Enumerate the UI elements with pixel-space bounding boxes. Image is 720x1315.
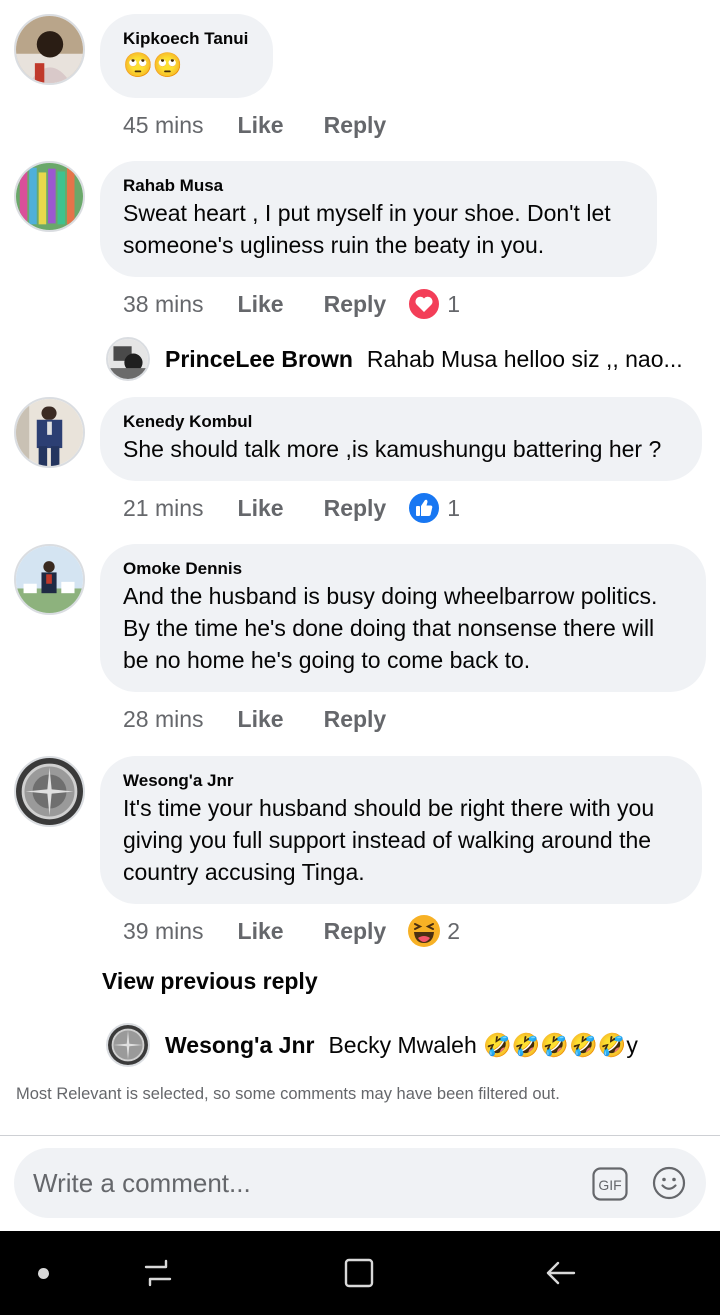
reaction-count: 1 xyxy=(447,494,461,521)
comment-meta: 38 mins Like Reply 1 xyxy=(123,287,460,321)
like-button[interactable]: Like xyxy=(238,112,284,139)
gif-button[interactable]: GIF xyxy=(592,1167,628,1201)
comment-text: 🙄🙄 xyxy=(123,52,183,79)
reaction-count: 1 xyxy=(447,290,461,317)
comment-text: It's time your husband should be right t… xyxy=(123,795,655,885)
comment-meta: 39 mins Like Reply 2 xyxy=(123,914,460,948)
reaction-count: 2 xyxy=(447,917,461,944)
comment-time[interactable]: 39 mins xyxy=(123,918,204,945)
reply-text: Rahab Musa helloo siz ,, nao... xyxy=(366,345,683,372)
android-navigation-bar xyxy=(0,1231,720,1315)
reply-button[interactable]: Reply xyxy=(324,918,387,945)
reply-author[interactable]: PrinceLee Brown xyxy=(165,346,353,373)
comment-author[interactable]: Wesong'a Jnr xyxy=(123,770,680,792)
reply-button[interactable]: Reply xyxy=(324,706,387,733)
reply-preview[interactable]: Wesong'a Jnr Becky Mwaleh 🤣🤣🤣🤣🤣y xyxy=(106,1023,638,1067)
comment-author[interactable]: Kenedy Kombul xyxy=(123,411,680,433)
reply-button[interactable]: Reply xyxy=(324,495,387,522)
home-icon[interactable] xyxy=(339,1253,379,1293)
comment-time[interactable]: 21 mins xyxy=(123,495,204,522)
filter-notice: Most Relevant is selected, so some comme… xyxy=(16,1085,560,1103)
reaction-summary[interactable]: 1 xyxy=(407,287,460,321)
avatar[interactable] xyxy=(14,756,85,827)
like-button[interactable]: Like xyxy=(238,918,284,945)
avatar[interactable] xyxy=(14,14,85,85)
reply-author[interactable]: Wesong'a Jnr xyxy=(165,1032,314,1059)
comment-bubble: Kipkoech Tanui 🙄🙄 xyxy=(100,14,273,98)
emoji-button[interactable] xyxy=(652,1166,686,1200)
reply-text: Becky Mwaleh 🤣🤣🤣🤣🤣y xyxy=(328,1031,638,1058)
comment-meta: 45 mins Like Reply xyxy=(123,108,426,142)
back-icon[interactable] xyxy=(541,1253,581,1293)
nav-dot-icon[interactable] xyxy=(38,1268,49,1279)
reply-preview[interactable]: PrinceLee Brown Rahab Musa helloo siz ,,… xyxy=(106,337,683,381)
comment-text: She should talk more ,is kamushungu batt… xyxy=(123,436,662,462)
comment-composer: GIF xyxy=(14,1148,706,1218)
haha-reaction-icon xyxy=(408,915,441,947)
love-reaction-icon xyxy=(407,287,442,321)
gif-label: GIF xyxy=(598,1177,621,1193)
comment-bubble: Rahab Musa Sweat heart , I put myself in… xyxy=(100,161,657,277)
comment-author[interactable]: Rahab Musa xyxy=(123,175,635,197)
comment-text: And the husband is busy doing wheelbarro… xyxy=(123,583,658,673)
comment-author[interactable]: Kipkoech Tanui xyxy=(123,28,251,50)
comment-author[interactable]: Omoke Dennis xyxy=(123,558,684,580)
view-previous-reply-link[interactable]: View previous reply xyxy=(102,968,318,995)
avatar[interactable] xyxy=(14,161,85,232)
comment-bubble: Omoke Dennis And the husband is busy doi… xyxy=(100,544,706,692)
reaction-summary[interactable]: 1 xyxy=(407,491,460,525)
avatar[interactable] xyxy=(14,544,85,615)
comment-time[interactable]: 38 mins xyxy=(123,291,204,318)
recent-apps-icon[interactable] xyxy=(138,1253,178,1293)
comment-input[interactable] xyxy=(33,1161,573,1205)
avatar[interactable] xyxy=(106,337,150,381)
comment-text: Sweat heart , I put myself in your shoe.… xyxy=(123,200,611,258)
like-button[interactable]: Like xyxy=(238,495,284,522)
comment-time[interactable]: 28 mins xyxy=(123,706,204,733)
comment-bubble: Wesong'a Jnr It's time your husband shou… xyxy=(100,756,702,904)
smiley-icon xyxy=(652,1166,686,1200)
comment-bubble: Kenedy Kombul She should talk more ,is k… xyxy=(100,397,702,481)
comment-meta: 28 mins Like Reply xyxy=(123,702,426,736)
comment-time[interactable]: 45 mins xyxy=(123,112,204,139)
composer-divider xyxy=(0,1135,720,1136)
reaction-summary[interactable]: 2 xyxy=(407,914,460,948)
like-button[interactable]: Like xyxy=(238,706,284,733)
gif-icon: GIF xyxy=(592,1167,628,1201)
like-button[interactable]: Like xyxy=(238,291,284,318)
reply-button[interactable]: Reply xyxy=(324,291,387,318)
reply-button[interactable]: Reply xyxy=(324,112,387,139)
comment-meta: 21 mins Like Reply 1 xyxy=(123,491,460,525)
avatar[interactable] xyxy=(14,397,85,468)
avatar[interactable] xyxy=(106,1023,150,1067)
like-reaction-icon xyxy=(407,491,442,525)
